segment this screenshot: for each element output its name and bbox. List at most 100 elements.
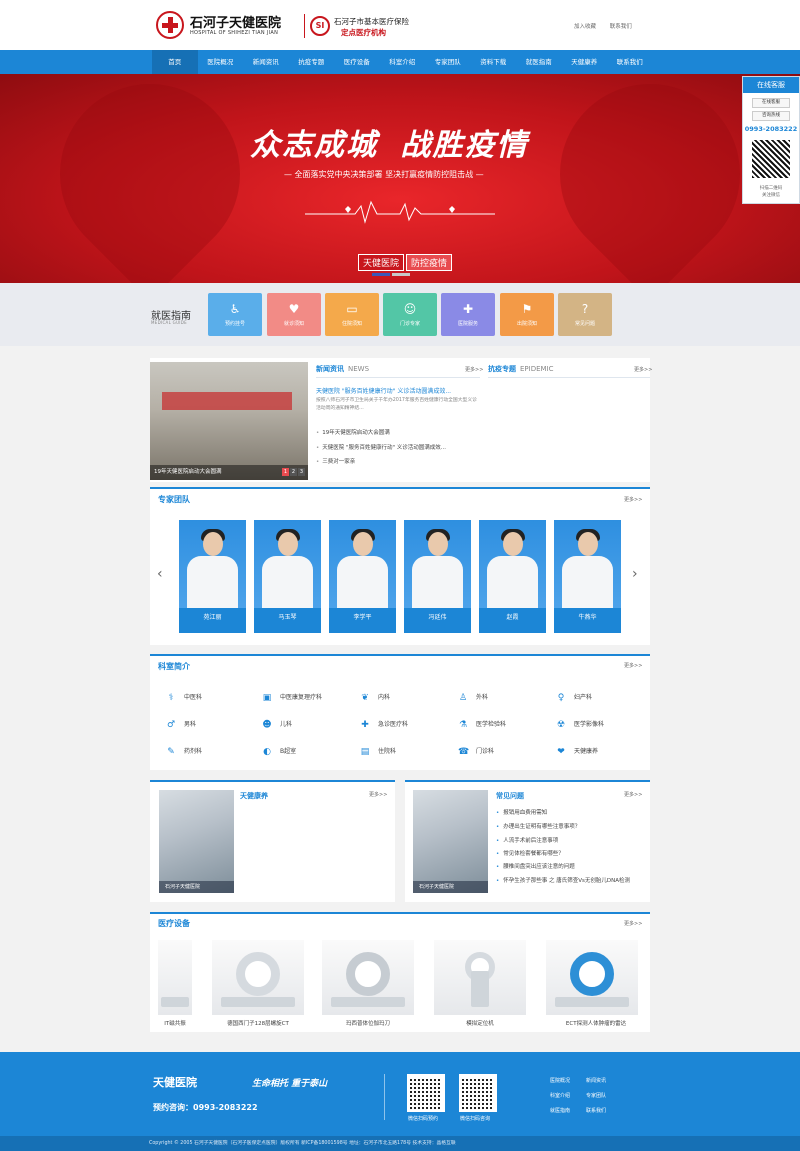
dept-item[interactable]: ❦ 内科 xyxy=(360,692,390,703)
nav-news[interactable]: 新闻资讯 xyxy=(243,50,289,74)
news-page-1[interactable]: 1 xyxy=(282,468,289,476)
guide-tile-visit[interactable]: ♥ 就诊须知 xyxy=(267,293,321,336)
dept-item[interactable]: ▣ 中医康复理疗科 xyxy=(262,692,322,703)
expert-card[interactable]: 冯廷伟 xyxy=(404,520,471,633)
dept-item[interactable]: ✚ 急诊医疗科 xyxy=(360,719,408,730)
chevron-left-icon[interactable]: ‹ xyxy=(157,566,163,582)
chevron-right-icon[interactable]: › xyxy=(632,566,638,582)
nav-about[interactable]: 医院概况 xyxy=(198,50,244,74)
health-photo[interactable]: 石河子天健医院 xyxy=(159,790,234,893)
departments-more-link[interactable]: 更多>> xyxy=(624,662,642,669)
news-list-item[interactable]: 三费对一家亲 xyxy=(316,457,355,465)
faq-list-item[interactable]: 报销用血费用需知 xyxy=(496,808,547,816)
logo-divider xyxy=(304,14,305,38)
guide-tile-appointment[interactable]: ♿ 预约挂号 xyxy=(208,293,262,336)
guide-tile-discharge[interactable]: ⚑ 出院须知 xyxy=(500,293,554,336)
hospital-logo-icon[interactable] xyxy=(156,11,184,39)
epidemic-tab-underline xyxy=(488,377,650,378)
news-slide-image[interactable] xyxy=(150,362,308,480)
nav-epidemic[interactable]: 抗疫专题 xyxy=(289,50,335,74)
dept-item[interactable]: ⚕ 中医科 xyxy=(166,692,202,703)
equipment-caption[interactable]: IT磁共振 xyxy=(158,1019,192,1027)
banner-dot-1[interactable] xyxy=(372,273,390,276)
equipment-caption[interactable]: 玛西普体位伽玛刀 xyxy=(322,1019,414,1027)
footer-link[interactable]: 新闻资讯 xyxy=(586,1077,606,1084)
dept-item[interactable]: ❤ 天健康养 xyxy=(556,746,598,757)
hospital-name[interactable]: 石河子天健医院 xyxy=(190,12,281,31)
dept-item[interactable]: ◐ B超室 xyxy=(262,746,296,757)
guide-tile-experts[interactable]: ☺ 门诊专家 xyxy=(383,293,437,336)
guide-tile-service[interactable]: ✚ 医院服务 xyxy=(441,293,495,336)
dept-item[interactable]: ☻ 儿科 xyxy=(262,719,292,730)
contact-us-link[interactable]: 联系我们 xyxy=(610,24,632,30)
experts-more-link[interactable]: 更多>> xyxy=(624,496,642,503)
footer-link[interactable]: 医院概况 xyxy=(550,1077,570,1084)
dept-item[interactable]: ♙ 外科 xyxy=(458,692,488,703)
banner-tag-epidemic: 防控疫情 xyxy=(406,254,453,271)
online-chat-button[interactable]: 在线客服 xyxy=(752,98,790,108)
tab-news[interactable]: 新闻资讯 NEWS xyxy=(316,364,369,374)
footer-link[interactable]: 就医指南 xyxy=(550,1107,570,1114)
equipment-image[interactable] xyxy=(546,940,638,1015)
expert-card[interactable]: 牛燕华 xyxy=(554,520,621,633)
dept-item[interactable]: ⚗ 医学检验科 xyxy=(458,719,506,730)
faq-more-link[interactable]: 更多>> xyxy=(624,791,642,798)
hero-banner[interactable]: 众志成城 战胜疫情 — 全面落实党中央决策部署 坚决打赢疫情防控阻击战 — 天健… xyxy=(0,74,800,283)
news-page-3[interactable]: 3 xyxy=(298,468,305,476)
hotline-button[interactable]: 咨询热线 xyxy=(752,111,790,121)
guide-tile-label: 出院须知 xyxy=(516,321,537,327)
dept-item[interactable]: ☎ 门诊科 xyxy=(458,746,494,757)
faq-list-item[interactable]: 办理出生证明有哪些注意事项？ xyxy=(496,822,580,830)
dept-item[interactable]: ▤ 住院科 xyxy=(360,746,396,757)
footer-link[interactable]: 专家团队 xyxy=(586,1092,606,1099)
nav-experts[interactable]: 专家团队 xyxy=(425,50,471,74)
banner-dot-2[interactable] xyxy=(392,273,410,276)
news-more-link[interactable]: 更多>> xyxy=(465,366,483,373)
footer xyxy=(0,1052,800,1136)
equipment-caption[interactable]: 德国西门子128层螺旋CT xyxy=(212,1019,304,1027)
nav-guide[interactable]: 就医指南 xyxy=(516,50,562,74)
faq-list-item[interactable]: 人流手术前后注意事项 xyxy=(496,836,558,844)
expert-card[interactable]: 李学平 xyxy=(329,520,396,633)
epidemic-more-link[interactable]: 更多>> xyxy=(634,366,652,373)
nav-home[interactable]: 首页 xyxy=(152,50,198,74)
tab-epidemic[interactable]: 抗疫专题 EPIDEMIC xyxy=(488,364,554,374)
equipment-image[interactable] xyxy=(434,940,526,1015)
dept-item[interactable]: ☢ 医学影像科 xyxy=(556,719,604,730)
faq-list-item[interactable]: 怀孕生孩子那些事 之 唐氏筛查Vs无创胎儿DNA检测 xyxy=(496,876,630,884)
equipment-more-link[interactable]: 更多>> xyxy=(624,920,642,927)
footer-link[interactable]: 科室介绍 xyxy=(550,1092,570,1099)
insurance-title: 石河子市基本医疗保险 xyxy=(334,17,409,26)
nav-downloads[interactable]: 资料下载 xyxy=(471,50,517,74)
heart-hand-icon: ♥ xyxy=(288,302,300,316)
dept-item[interactable]: ♀ 妇产科 xyxy=(556,692,592,703)
news-page-2[interactable]: 2 xyxy=(290,468,297,476)
equipment-image[interactable] xyxy=(322,940,414,1015)
add-favorite-link[interactable]: 加入收藏 xyxy=(574,24,596,30)
equipment-image[interactable] xyxy=(212,940,304,1015)
health-more-link[interactable]: 更多>> xyxy=(369,791,387,798)
expert-card[interactable]: 马玉琴 xyxy=(254,520,321,633)
nav-equipment[interactable]: 医疗设备 xyxy=(334,50,380,74)
equipment-caption[interactable]: ECT探测人体肿瘤的雷达 xyxy=(546,1019,646,1027)
news-list-item[interactable]: 天健医院 "服务百姓健康行动" 义诊活动圆满成效... xyxy=(316,443,446,451)
nav-departments[interactable]: 科室介绍 xyxy=(380,50,426,74)
nav-health[interactable]: 天健康养 xyxy=(562,50,608,74)
faq-photo[interactable]: 石河子天健医院 xyxy=(413,790,488,893)
dept-item[interactable]: ✎ 药剂科 xyxy=(166,746,202,757)
footer-link[interactable]: 联系我们 xyxy=(586,1107,606,1114)
faq-list-item[interactable]: 腰椎间盘突出应该注意的问题 xyxy=(496,862,575,870)
faq-list-item[interactable]: 常见体检套餐都有哪些？ xyxy=(496,849,564,857)
health-title: 天健康养 xyxy=(240,792,268,800)
news-headline[interactable]: 天健医院 "服务百姓健康行动" 义诊活动圆满成效... xyxy=(316,386,451,395)
guide-tile-faq[interactable]: ? 常见问题 xyxy=(558,293,612,336)
news-list-item[interactable]: 19年天健医院启动大会圆满 xyxy=(316,428,390,436)
expert-photo xyxy=(179,520,246,608)
equipment-image[interactable] xyxy=(158,940,192,1015)
nav-contact[interactable]: 联系我们 xyxy=(607,50,653,74)
guide-tile-inpatient[interactable]: ▭ 住院须知 xyxy=(325,293,379,336)
expert-card[interactable]: 苑江丽 xyxy=(179,520,246,633)
dept-item[interactable]: ♂ 男科 xyxy=(166,719,196,730)
expert-card[interactable]: 赵霞 xyxy=(479,520,546,633)
equipment-caption[interactable]: 模拟定位机 xyxy=(434,1019,526,1027)
